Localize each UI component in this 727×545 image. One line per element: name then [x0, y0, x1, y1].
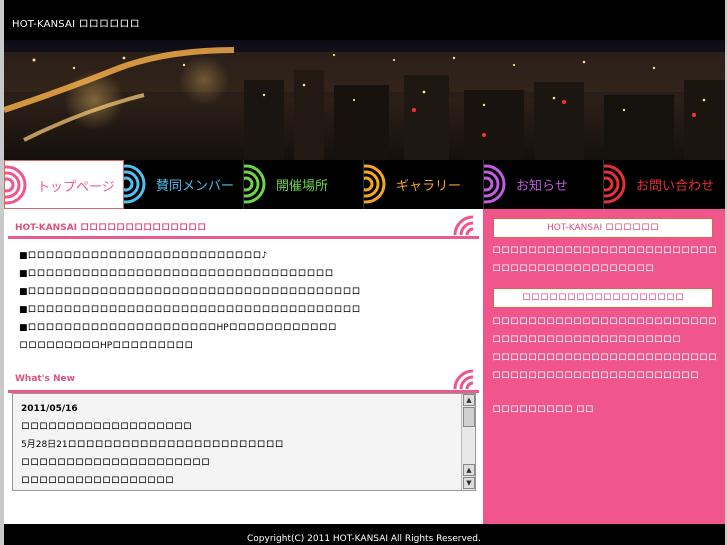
news-line: ロロロロロロロロロロロロロロロロロロロ: [21, 422, 193, 432]
whats-new-title: What's New: [15, 374, 75, 384]
intro-line: ■ロロロロロロロロロロロロロロロロロロロロロロロロロロ♪: [19, 251, 268, 261]
nav-rings-icon: [364, 164, 386, 204]
sidebar-signature: ロロロロロロロロロ ロロ: [492, 405, 594, 415]
nav-item-news[interactable]: お知らせ: [484, 160, 604, 209]
news-content: 2011/05/16 ロロロロロロロロロロロロロロロロロロロ 5月28日21ロロ…: [21, 402, 461, 492]
news-line: 5月28日21ロロロロロロロロロロロロロロロロロロロロロロロロ: [21, 440, 284, 450]
footer: Copyright(C) 2011 HOT-KANSAI All Rights …: [4, 524, 725, 545]
sidebar-text-3: ロロロロロロロロロロロロロロロロロロロロロロロロロロロロロロロロロロロロロロロロ…: [492, 353, 718, 381]
site-title: HOT-KANSAI ロロロロロロ: [12, 19, 140, 30]
intro-line: ■ロロロロロロロロロロロロロロロロロロロロロロロロロロロロロロロロロロ: [19, 269, 334, 279]
intro-rule: [8, 236, 479, 239]
main-content: HOT-KANSAI ロロロロロロロロロロロロロロ ■ロロロロロロロロロロロロロ…: [4, 209, 483, 524]
main-nav: トップページ 賛同メンバー 開催場所 ギャラリー お知らせ お問い合わせ: [4, 160, 725, 209]
intro-line: ■ロロロロロロロロロロロロロロロロロロロロロロロロロロロロロロロロロロロロロ: [19, 305, 361, 315]
nav-rings-icon: [124, 164, 146, 204]
nav-rings-icon: [5, 165, 27, 205]
intro-line: ■ロロロロロロロロロロロロロロロロロロロロロロロロロロロロロロロロロロロロロ: [19, 287, 361, 297]
intro-line: ■ロロロロロロロロロロロロロロロロロロロロロHPロロロロロロロロロロロロ: [19, 323, 337, 333]
nav-label-news: お知らせ: [516, 179, 568, 194]
sidebar: HOT-KANSAI ロロロロロロ ロロロロロロロロロロロロロロロロロロロロロロ…: [483, 209, 725, 524]
scroll-thumb[interactable]: [463, 407, 475, 427]
news-date: 2011/05/16: [21, 404, 78, 414]
intro-heading: HOT-KANSAI ロロロロロロロロロロロロロロ: [4, 209, 479, 239]
nav-label-top: トップページ: [37, 180, 115, 195]
intro-title: HOT-KANSAI ロロロロロロロロロロロロロロ: [15, 223, 207, 233]
whats-new-heading: What's New: [4, 363, 479, 393]
nav-rings-icon: [604, 164, 626, 204]
news-line: ロロロロロロロロロロロロロロロロロロロロロ: [21, 458, 211, 468]
sidebar-text-2: ロロロロロロロロロロロロロロロロロロロロロロロロロロロロロロロロロロロロロロロロ…: [492, 317, 718, 345]
news-scroll-box[interactable]: 2011/05/16 ロロロロロロロロロロロロロロロロロロロ 5月28日21ロロ…: [12, 393, 476, 491]
signal-arc-icon: [453, 215, 474, 236]
nav-label-contact: お問い合わせ: [636, 179, 715, 194]
intro-list: ■ロロロロロロロロロロロロロロロロロロロロロロロロロロ♪ ■ロロロロロロロロロロ…: [19, 249, 474, 357]
nav-label-gallery: ギャラリー: [396, 179, 462, 194]
copyright-text: Copyright(C) 2011 HOT-KANSAI All Rights …: [247, 534, 481, 544]
scroll-down-button[interactable]: ▼: [463, 477, 475, 489]
news-scrollbar[interactable]: ▲ ▲ ▼: [461, 394, 475, 490]
nav-item-gallery[interactable]: ギャラリー: [364, 160, 484, 209]
signal-arc-icon: [453, 369, 474, 390]
sidebar-box-title-2: ロロロロロロロロロロロロロロロロロロ: [493, 288, 713, 308]
header-banner: HOT-KANSAI ロロロロロロ: [4, 0, 725, 160]
nav-item-top[interactable]: トップページ: [4, 160, 124, 209]
nav-item-venue[interactable]: 開催場所: [244, 160, 364, 209]
news-line: ロロロロロロロロロロロロロロロロロ: [21, 476, 175, 486]
scroll-up-button[interactable]: ▲: [463, 394, 475, 406]
sidebar-box-title-1: HOT-KANSAI ロロロロロロ: [493, 218, 713, 238]
nav-item-contact[interactable]: お問い合わせ: [604, 160, 725, 209]
nav-label-venue: 開催場所: [276, 179, 329, 194]
sidebar-text-1: ロロロロロロロロロロロロロロロロロロロロロロロロロロロロロロロロロロロロロロロロ…: [492, 246, 718, 274]
nav-rings-icon: [244, 164, 266, 204]
nav-label-members: 賛同メンバー: [156, 179, 235, 194]
nav-rings-icon: [484, 164, 506, 204]
scroll-up-button-lower[interactable]: ▲: [463, 464, 475, 476]
intro-line: ロロロロロロロロロHPロロロロロロロロロ: [19, 341, 194, 351]
nav-item-members[interactable]: 賛同メンバー: [124, 160, 244, 209]
